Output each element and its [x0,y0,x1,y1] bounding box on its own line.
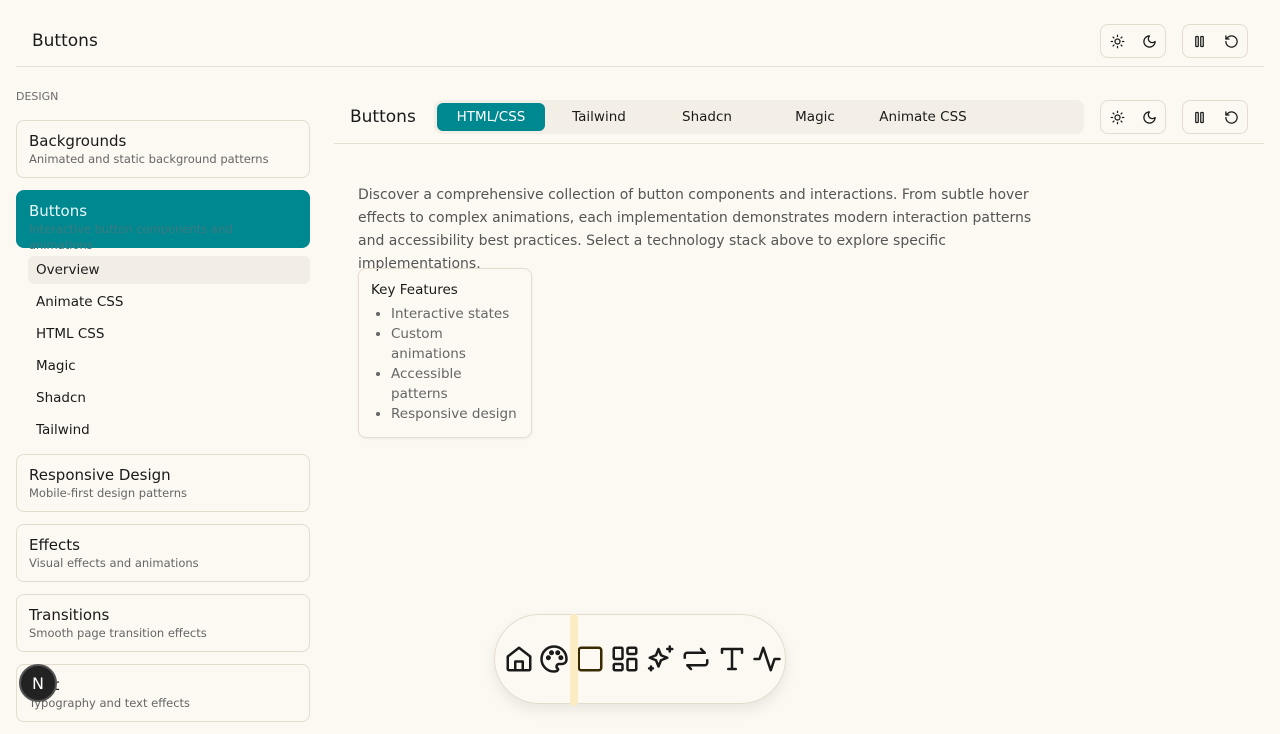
main-content: Buttons HTML/CSS Tailwind Shadcn Magic A… [334,88,1264,438]
tab-magic[interactable]: Magic [761,103,869,131]
tech-tabs: HTML/CSS Tailwind Shadcn Magic Animate C… [434,100,1084,134]
sub-item-magic[interactable]: Magic [28,352,310,380]
card-title: Transitions [29,606,110,624]
card-title: Backgrounds [29,132,127,150]
sidebar: DESIGN Backgrounds Animated and static ba… [16,90,310,734]
sub-nav: Overview Animate CSS HTML CSS Magic Shad… [28,256,310,444]
repeat-icon[interactable] [679,644,715,674]
sun-icon[interactable] [1101,110,1133,125]
tab-html-css[interactable]: HTML/CSS [437,103,545,131]
card-desc: Interactive button components and animat… [29,222,233,252]
palette-icon[interactable] [537,644,573,674]
sun-icon[interactable] [1101,34,1133,49]
sidebar-card-buttons[interactable]: Buttons Interactive button components and… [16,190,310,252]
top-bar: Buttons [16,0,1264,67]
type-icon[interactable] [714,644,750,674]
card-title: Buttons [29,202,88,220]
tab-animate-css[interactable]: Animate CSS [869,103,977,131]
reset-icon[interactable] [1215,110,1247,125]
content-header: Buttons HTML/CSS Tailwind Shadcn Magic A… [334,88,1264,144]
card-desc: Animated and static background patterns [29,152,269,166]
moon-icon[interactable] [1133,110,1165,125]
section-label: DESIGN [16,90,59,103]
moon-icon[interactable] [1133,34,1165,49]
sub-item-tailwind[interactable]: Tailwind [28,416,310,444]
sidebar-card-responsive[interactable]: Responsive Design Mobile-first design pat… [16,454,310,512]
playback-group [1182,24,1248,58]
feature-item: Interactive states [391,304,519,324]
content-title: Buttons [350,107,416,127]
sidebar-card-effects[interactable]: Effects Visual effects and animations [16,524,310,582]
sidebar-card-transitions[interactable]: Transitions Smooth page transition effect… [16,594,310,652]
tab-shadcn[interactable]: Shadcn [653,103,761,131]
sub-item-shadcn[interactable]: Shadcn [28,384,310,412]
feature-item: Responsive design [391,404,519,424]
reset-icon[interactable] [1215,34,1247,49]
sub-item-html-css[interactable]: HTML CSS [28,320,310,348]
playback-group [1182,100,1248,134]
feature-item: Custom animations [391,324,519,364]
card-desc: Mobile-first design patterns [29,486,188,500]
card-title: Text [29,675,297,695]
feature-item: Accessible patterns [391,364,519,404]
pause-icon[interactable] [1183,34,1215,49]
card-desc: Typography and text effects [29,696,191,710]
key-features-title: Key Features [371,282,458,298]
card-desc: Visual effects and animations [29,556,199,570]
theme-toggle-group [1100,100,1166,134]
layout-grid-icon[interactable] [608,644,644,674]
sub-item-animate-css[interactable]: Animate CSS [28,288,310,316]
tab-tailwind[interactable]: Tailwind [545,103,653,131]
key-features-card: Key Features Interactive states Custom a… [358,268,532,438]
card-desc: Smooth page transition effects [29,626,207,640]
sidebar-card-text[interactable]: TextTypography and text effects [16,664,310,722]
description: Discover a comprehensive collection of b… [358,187,1032,272]
bottom-dock [494,614,786,704]
card-title: Responsive Design [29,466,171,484]
sparkles-icon[interactable] [643,644,679,674]
page-title: Buttons [32,31,98,51]
home-icon[interactable] [501,644,537,674]
dock-active-indicator [570,614,578,706]
card-title: Effects [29,536,80,554]
sidebar-card-backgrounds[interactable]: Backgrounds Animated and static backgroun… [16,120,310,178]
sub-item-overview[interactable]: Overview [28,256,310,284]
activity-icon[interactable] [750,644,786,674]
pause-icon[interactable] [1183,110,1215,125]
theme-toggle-group [1100,24,1166,58]
avatar[interactable]: N [19,664,57,702]
